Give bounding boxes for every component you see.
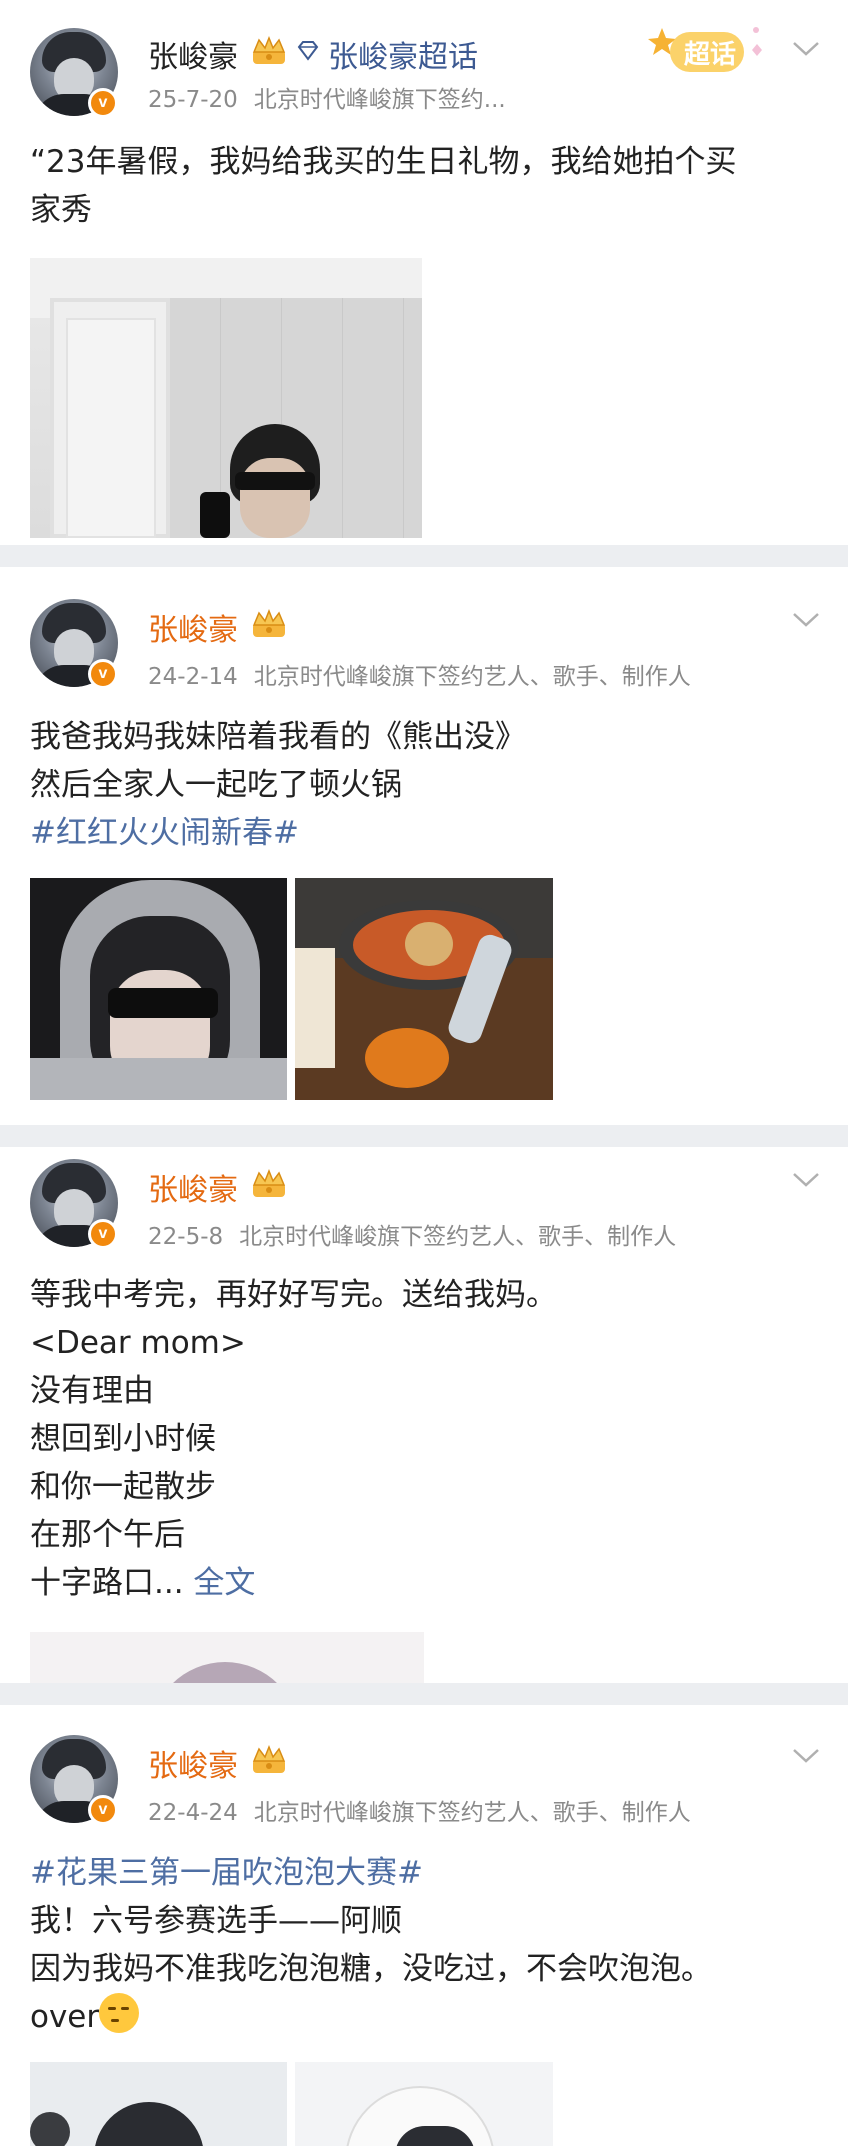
smirk-emoji-icon	[99, 1993, 140, 2033]
post-photo[interactable]	[295, 2062, 553, 2146]
text-line: 家秀	[30, 192, 92, 228]
text-line: 然后全家人一起吃了顿火锅	[30, 767, 402, 803]
text-line: 因为我妈不准我吃泡泡糖，没吃过，不会吹泡泡。	[30, 1951, 712, 1987]
post-source: 北京时代峰峻旗下签约艺人、歌手、制作人	[253, 664, 691, 690]
post-text: “23年暑假，我妈给我买的生日礼物，我给她拍个买 家秀	[30, 138, 818, 234]
post-meta: 25-7-20 北京时代峰峻旗下签约...	[148, 80, 506, 114]
supertopic-sticker: 超话	[648, 20, 770, 78]
text-line: “23年暑假，我妈给我买的生日礼物，我给她拍个买	[30, 144, 737, 180]
post-3: v 张峻豪 22-5-8 北京时代峰峻旗下签约艺人、歌手、制作人 等我中考完，再好…	[0, 1147, 848, 1699]
chevron-down-icon[interactable]	[792, 1171, 820, 1189]
expand-full-text-link[interactable]: 全文	[193, 1565, 255, 1601]
verified-badge-icon: v	[88, 1219, 118, 1249]
text-line: 我爸我妈我妹陪着我看的《熊出没》	[30, 719, 526, 755]
hashtag-link[interactable]: #红红火火闹新春#	[30, 809, 818, 857]
text-line: 和你一起散步	[30, 1469, 216, 1505]
post-source: 北京时代峰峻旗下签约...	[253, 87, 506, 113]
post-meta: 24-2-14 北京时代峰峻旗下签约艺人、歌手、制作人	[148, 657, 691, 691]
text-line: 等我中考完，再好好写完。送给我妈。	[30, 1277, 557, 1313]
post-text: #花果三第一届吹泡泡大赛# 我！六号参赛选手——阿顺 因为我妈不准我吃泡泡糖，没…	[30, 1849, 818, 2041]
post-separator	[0, 1683, 848, 1705]
post-date: 22-5-8	[148, 1224, 224, 1250]
post-photo[interactable]	[295, 878, 553, 1100]
text-line: 想回到小时候	[30, 1421, 216, 1457]
post-separator	[0, 545, 848, 567]
post-2: v 张峻豪 24-2-14 北京时代峰峻旗下签约艺人、歌手、制作人 我爸我妈我妹陪…	[0, 567, 848, 1125]
supertopic-link[interactable]: 张峻豪超话	[328, 32, 478, 76]
post-date: 25-7-20	[148, 87, 238, 113]
author-name[interactable]: 张峻豪	[148, 1165, 238, 1209]
text-line: 我！六号参赛选手——阿顺	[30, 1903, 402, 1939]
post-photo[interactable]	[30, 878, 287, 1100]
chevron-down-icon[interactable]	[792, 611, 820, 629]
crown-vip-icon	[252, 609, 286, 637]
verified-badge-icon: v	[88, 1795, 118, 1825]
post-photo[interactable]	[30, 258, 422, 538]
hashtag-link[interactable]: #花果三第一届吹泡泡大赛#	[30, 1849, 818, 1897]
text-line: over	[30, 1999, 100, 2035]
author-name[interactable]: 张峻豪	[148, 32, 238, 76]
post-source: 北京时代峰峻旗下签约艺人、歌手、制作人	[239, 1224, 677, 1250]
text-line: <Dear mom>	[30, 1325, 246, 1361]
post-1: v 张峻豪 张峻豪超话 超话 25-7-20 北京时代峰峻旗下签约... “23年…	[0, 0, 848, 545]
author-name[interactable]: 张峻豪	[148, 1741, 238, 1785]
post-meta: 22-4-24 北京时代峰峻旗下签约艺人、歌手、制作人	[148, 1793, 691, 1827]
sticker-label: 超话	[684, 40, 737, 70]
text-line: 十字路口...	[30, 1565, 184, 1601]
post-date: 22-4-24	[148, 1800, 238, 1826]
post-4: v 张峻豪 22-4-24 北京时代峰峻旗下签约艺人、歌手、制作人 #花果三第一届…	[0, 1705, 848, 2146]
post-photo[interactable]	[30, 2062, 287, 2146]
text-line: 没有理由	[30, 1373, 154, 1409]
post-separator	[0, 1125, 848, 1147]
post-text: 等我中考完，再好好写完。送给我妈。 <Dear mom> 没有理由 想回到小时候…	[30, 1271, 818, 1607]
post-source: 北京时代峰峻旗下签约艺人、歌手、制作人	[253, 1800, 691, 1826]
post-meta: 22-5-8 北京时代峰峻旗下签约艺人、歌手、制作人	[148, 1217, 676, 1251]
post-text: 我爸我妈我妹陪着我看的《熊出没》 然后全家人一起吃了顿火锅 #红红火火闹新春#	[30, 713, 818, 857]
crown-vip-icon	[252, 1745, 286, 1773]
chevron-down-icon[interactable]	[792, 40, 820, 58]
chevron-down-icon[interactable]	[792, 1747, 820, 1765]
diamond-icon	[297, 41, 319, 61]
post-date: 24-2-14	[148, 664, 238, 690]
author-name[interactable]: 张峻豪	[148, 605, 238, 649]
verified-badge-icon: v	[88, 659, 118, 689]
text-line: 在那个午后	[30, 1517, 185, 1553]
crown-vip-icon	[252, 36, 286, 64]
verified-badge-icon: v	[88, 88, 118, 118]
crown-vip-icon	[252, 1169, 286, 1197]
